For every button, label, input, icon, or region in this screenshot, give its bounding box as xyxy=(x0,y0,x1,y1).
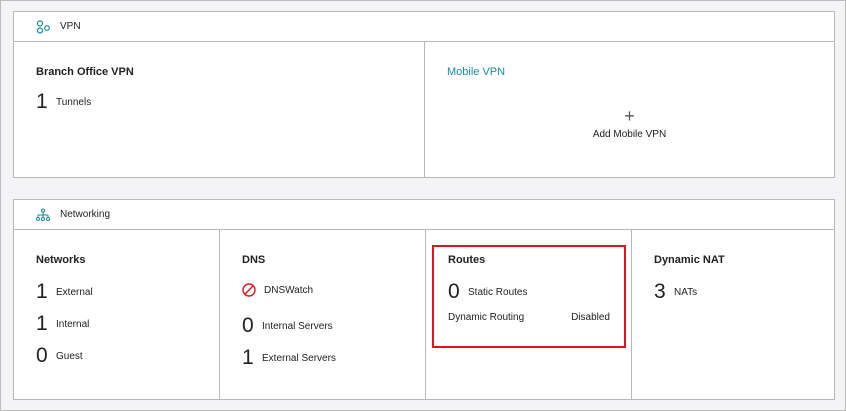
add-mobile-vpn-label: Add Mobile VPN xyxy=(592,129,667,140)
dns-title[interactable]: DNS xyxy=(242,254,425,266)
vpn-header-label: VPN xyxy=(60,21,81,32)
networks-title[interactable]: Networks xyxy=(36,254,219,266)
dnswatch-status: DNSWatch xyxy=(242,280,425,300)
label: Guest xyxy=(56,350,83,362)
label: External Servers xyxy=(262,352,336,364)
routes-highlight-box xyxy=(432,245,626,348)
vpn-header: VPN xyxy=(14,12,834,42)
dns-external-servers: 1 External Servers xyxy=(242,346,425,369)
count: 1 xyxy=(36,312,48,335)
label: NATs xyxy=(674,286,698,298)
label: Internal Servers xyxy=(262,320,333,332)
dnswatch-label: DNSWatch xyxy=(264,284,314,296)
network-guest: 0 Guest xyxy=(36,344,219,367)
plus-icon: + xyxy=(624,106,635,126)
count: 3 xyxy=(654,280,666,303)
label: External xyxy=(56,286,93,298)
dynamic-nat-title[interactable]: Dynamic NAT xyxy=(654,254,834,266)
networking-panel: Networking Networks 1 External 1 Internal … xyxy=(13,199,835,400)
network-icon xyxy=(36,208,50,221)
count: 1 xyxy=(36,280,48,303)
networking-header: Networking xyxy=(14,200,834,230)
mobile-vpn-card: Mobile VPN + Add Mobile VPN xyxy=(425,42,834,177)
add-mobile-vpn-button[interactable]: + Add Mobile VPN xyxy=(425,106,834,140)
tunnels-count: 1 xyxy=(36,90,48,113)
tunnels-label: Tunnels xyxy=(56,96,92,108)
nat-count: 3 NATs xyxy=(654,280,834,303)
networks-card[interactable]: Networks 1 External 1 Internal 0 Guest xyxy=(14,230,220,399)
label: Internal xyxy=(56,318,90,330)
vpn-icon xyxy=(36,19,50,34)
branch-office-vpn-title[interactable]: Branch Office VPN xyxy=(36,66,424,78)
dns-internal-servers: 0 Internal Servers xyxy=(242,314,425,337)
routes-card[interactable]: Routes 0 Static Routes Dynamic Routing Dis… xyxy=(426,230,632,399)
count: 0 xyxy=(36,344,48,367)
disabled-icon xyxy=(242,283,256,297)
mobile-vpn-title[interactable]: Mobile VPN xyxy=(447,66,834,78)
dynamic-nat-card[interactable]: Dynamic NAT 3 NATs xyxy=(632,230,834,399)
network-external: 1 External xyxy=(36,280,219,303)
count: 1 xyxy=(242,346,254,369)
dns-card[interactable]: DNS DNSWatch 0 Internal Servers 1 External… xyxy=(220,230,426,399)
count: 0 xyxy=(242,314,254,337)
networking-header-label: Networking xyxy=(60,209,111,220)
branch-office-vpn-card[interactable]: Branch Office VPN 1 Tunnels xyxy=(14,42,425,177)
network-internal: 1 Internal xyxy=(36,312,219,335)
vpn-panel: VPN Branch Office VPN 1 Tunnels Mobile VP… xyxy=(13,11,835,178)
